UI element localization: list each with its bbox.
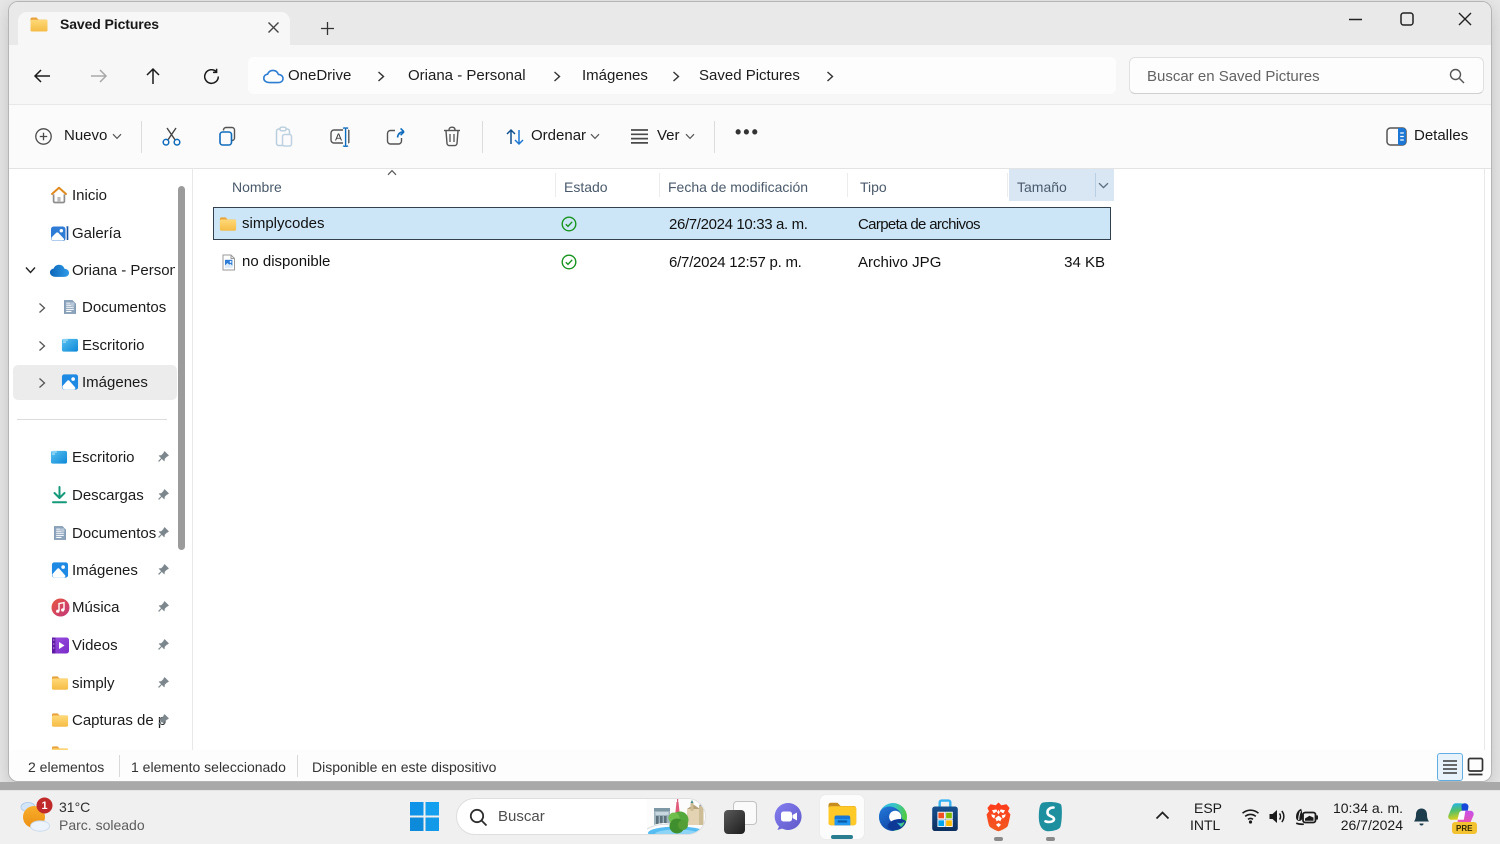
svg-text:A: A xyxy=(335,132,342,144)
svg-text:1: 1 xyxy=(41,800,47,812)
